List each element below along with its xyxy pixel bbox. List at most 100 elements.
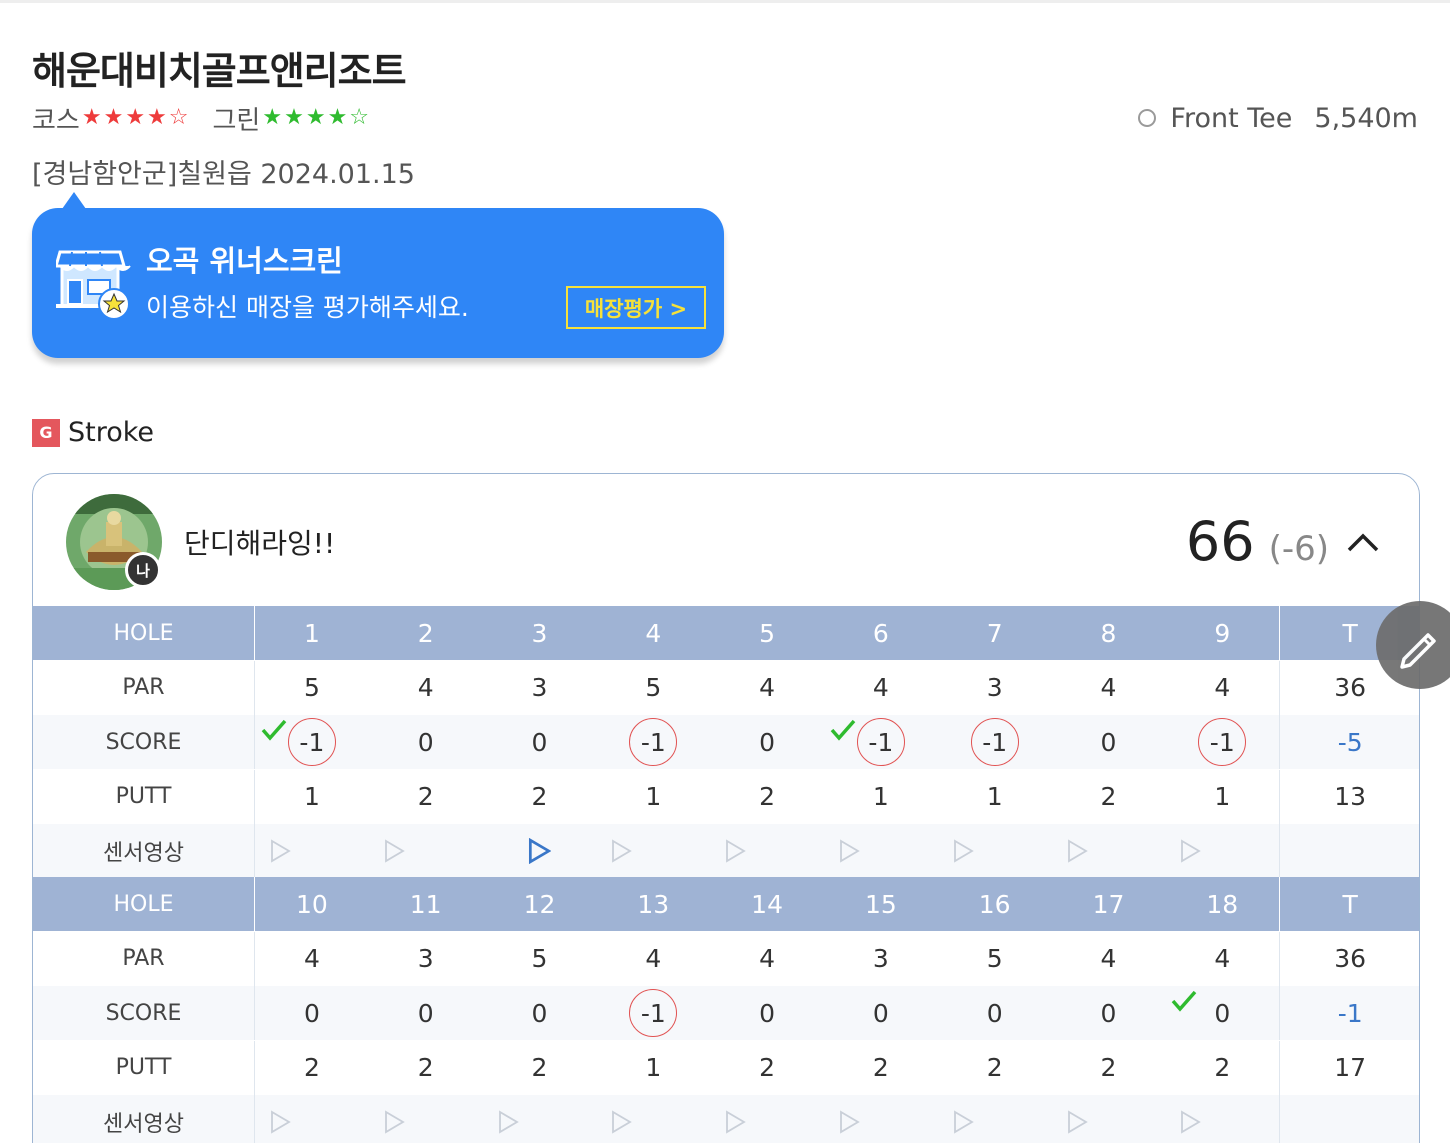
- score-total: -1: [1279, 986, 1419, 1040]
- hole-number: 3: [531, 618, 548, 648]
- play-icon[interactable]: [269, 1110, 291, 1134]
- hole-number: 1: [303, 618, 320, 648]
- course-title: 해운대비치골프앤리조트: [32, 49, 407, 93]
- par-value: 4: [1100, 944, 1117, 973]
- check-icon: [1172, 990, 1197, 1012]
- play-icon[interactable]: [838, 1110, 860, 1134]
- hole-number: 13: [637, 889, 670, 919]
- putt-value: 1: [872, 782, 889, 811]
- play-icon[interactable]: [497, 1110, 519, 1134]
- play-icon[interactable]: [610, 1110, 633, 1134]
- play-icon[interactable]: [952, 1110, 974, 1134]
- video-cell[interactable]: [1165, 824, 1279, 878]
- par-value: 3: [531, 673, 548, 702]
- chevron-up-icon[interactable]: [1343, 528, 1383, 558]
- putt-value: 1: [986, 782, 1003, 811]
- play-icon[interactable]: [724, 839, 746, 863]
- score-label: SCORE: [33, 715, 255, 769]
- banner-subtitle: 이용하신 매장을 평가해주세요.: [146, 293, 469, 322]
- hole-label: HOLE: [33, 606, 255, 660]
- scorecard: 나 단디해라잉!! 66 (-6) HOLE 1 2 3 4 5 6 7 8 9 T PAR 5 4 3 5 4…: [32, 473, 1420, 1143]
- par-label: PAR: [33, 660, 255, 715]
- putt-label: PUTT: [33, 769, 255, 824]
- score-value: 0: [1165, 986, 1279, 1040]
- video-cell[interactable]: [824, 1095, 938, 1143]
- play-icon[interactable]: [1179, 1110, 1202, 1134]
- video-cell[interactable]: [483, 1095, 597, 1143]
- birdie-circle: -1: [287, 718, 336, 766]
- play-icon[interactable]: [1179, 839, 1202, 863]
- par-value: 4: [303, 944, 320, 973]
- top-divider: [0, 0, 1450, 3]
- video-cell[interactable]: [710, 1095, 824, 1143]
- putt-value: 2: [759, 782, 776, 811]
- video-total: [1279, 824, 1419, 878]
- par-value: 5: [645, 673, 662, 702]
- score-value: 0: [986, 998, 1003, 1028]
- video-cell[interactable]: [255, 824, 369, 878]
- play-icon[interactable]: [838, 839, 860, 863]
- hole-number: 14: [751, 889, 783, 919]
- score-value: 0: [759, 998, 776, 1028]
- play-icon[interactable]: [1066, 839, 1088, 863]
- par-value: 3: [417, 944, 434, 973]
- par-value: 5: [986, 944, 1003, 973]
- score-value: -1: [596, 715, 710, 769]
- video-cell[interactable]: [369, 824, 483, 878]
- video-cell[interactable]: [1052, 1095, 1166, 1143]
- video-cell[interactable]: [824, 824, 938, 878]
- mode-label: Stroke: [68, 417, 155, 448]
- store-review-button[interactable]: 매장평가 >: [566, 286, 706, 329]
- tee-name: Front Tee: [1170, 102, 1293, 134]
- birdie-circle: -1: [1198, 718, 1247, 766]
- play-icon[interactable]: [383, 839, 405, 863]
- video-total: [1279, 1095, 1419, 1143]
- score-label: SCORE: [33, 986, 255, 1040]
- play-icon[interactable]: [1066, 1110, 1088, 1134]
- par-value: 4: [645, 944, 662, 973]
- play-icon[interactable]: [269, 839, 291, 863]
- video-cell[interactable]: [369, 1095, 483, 1143]
- store-review-banner[interactable]: 오곡 위너스크린 이용하신 매장을 평가해주세요. 매장평가 >: [32, 208, 724, 358]
- hole-number: 12: [523, 889, 556, 919]
- rating-row: 코스 ★ ★ ★ ★ ☆ 그린 ★ ★ ★ ★ ☆: [32, 100, 371, 136]
- video-cell[interactable]: [596, 1095, 710, 1143]
- putt-value: 2: [417, 1053, 434, 1082]
- play-icon[interactable]: [724, 1110, 746, 1134]
- video-cell[interactable]: [1052, 824, 1166, 878]
- location-date: [경남함안군]칠원읍 2024.01.15: [32, 159, 415, 190]
- putt-value: 1: [303, 782, 320, 811]
- play-icon[interactable]: [527, 838, 551, 864]
- putt-value: 2: [1214, 1053, 1231, 1082]
- par-total: 36: [1279, 931, 1419, 986]
- play-icon[interactable]: [952, 839, 974, 863]
- video-cell[interactable]: [938, 1095, 1052, 1143]
- birdie-circle: -1: [629, 989, 678, 1037]
- video-cell[interactable]: [710, 824, 824, 878]
- store-icon: [56, 250, 131, 320]
- course-rating-stars: ★ ★ ★ ★ ☆: [82, 107, 191, 129]
- video-cell[interactable]: [938, 824, 1052, 878]
- video-cell[interactable]: [596, 824, 710, 878]
- hole-number: 16: [978, 889, 1011, 919]
- video-cell[interactable]: [255, 1095, 369, 1143]
- hole-label: HOLE: [33, 877, 255, 931]
- hole-number: 15: [864, 889, 897, 919]
- video-cell[interactable]: [1165, 1095, 1279, 1143]
- hole-number: 4: [645, 618, 662, 648]
- score-value: 0: [531, 998, 548, 1028]
- video-label: 센서영상: [33, 1095, 255, 1143]
- putt-value: 1: [1214, 782, 1231, 811]
- putt-value: 2: [1100, 782, 1117, 811]
- play-icon[interactable]: [610, 839, 633, 863]
- score-value: 0: [531, 727, 548, 757]
- front-score-row: SCORE -1 0 0 -1 0 -1 -1 0 -1 -5: [33, 715, 1419, 769]
- score-total: -5: [1279, 715, 1419, 769]
- putt-value: 1: [645, 1053, 662, 1082]
- banner-tail: [62, 192, 86, 209]
- course-rating-label: 코스: [32, 105, 80, 136]
- score-value: -1: [824, 715, 938, 769]
- hole-number: 8: [1100, 618, 1117, 648]
- play-icon[interactable]: [383, 1110, 405, 1134]
- video-cell[interactable]: [483, 824, 597, 878]
